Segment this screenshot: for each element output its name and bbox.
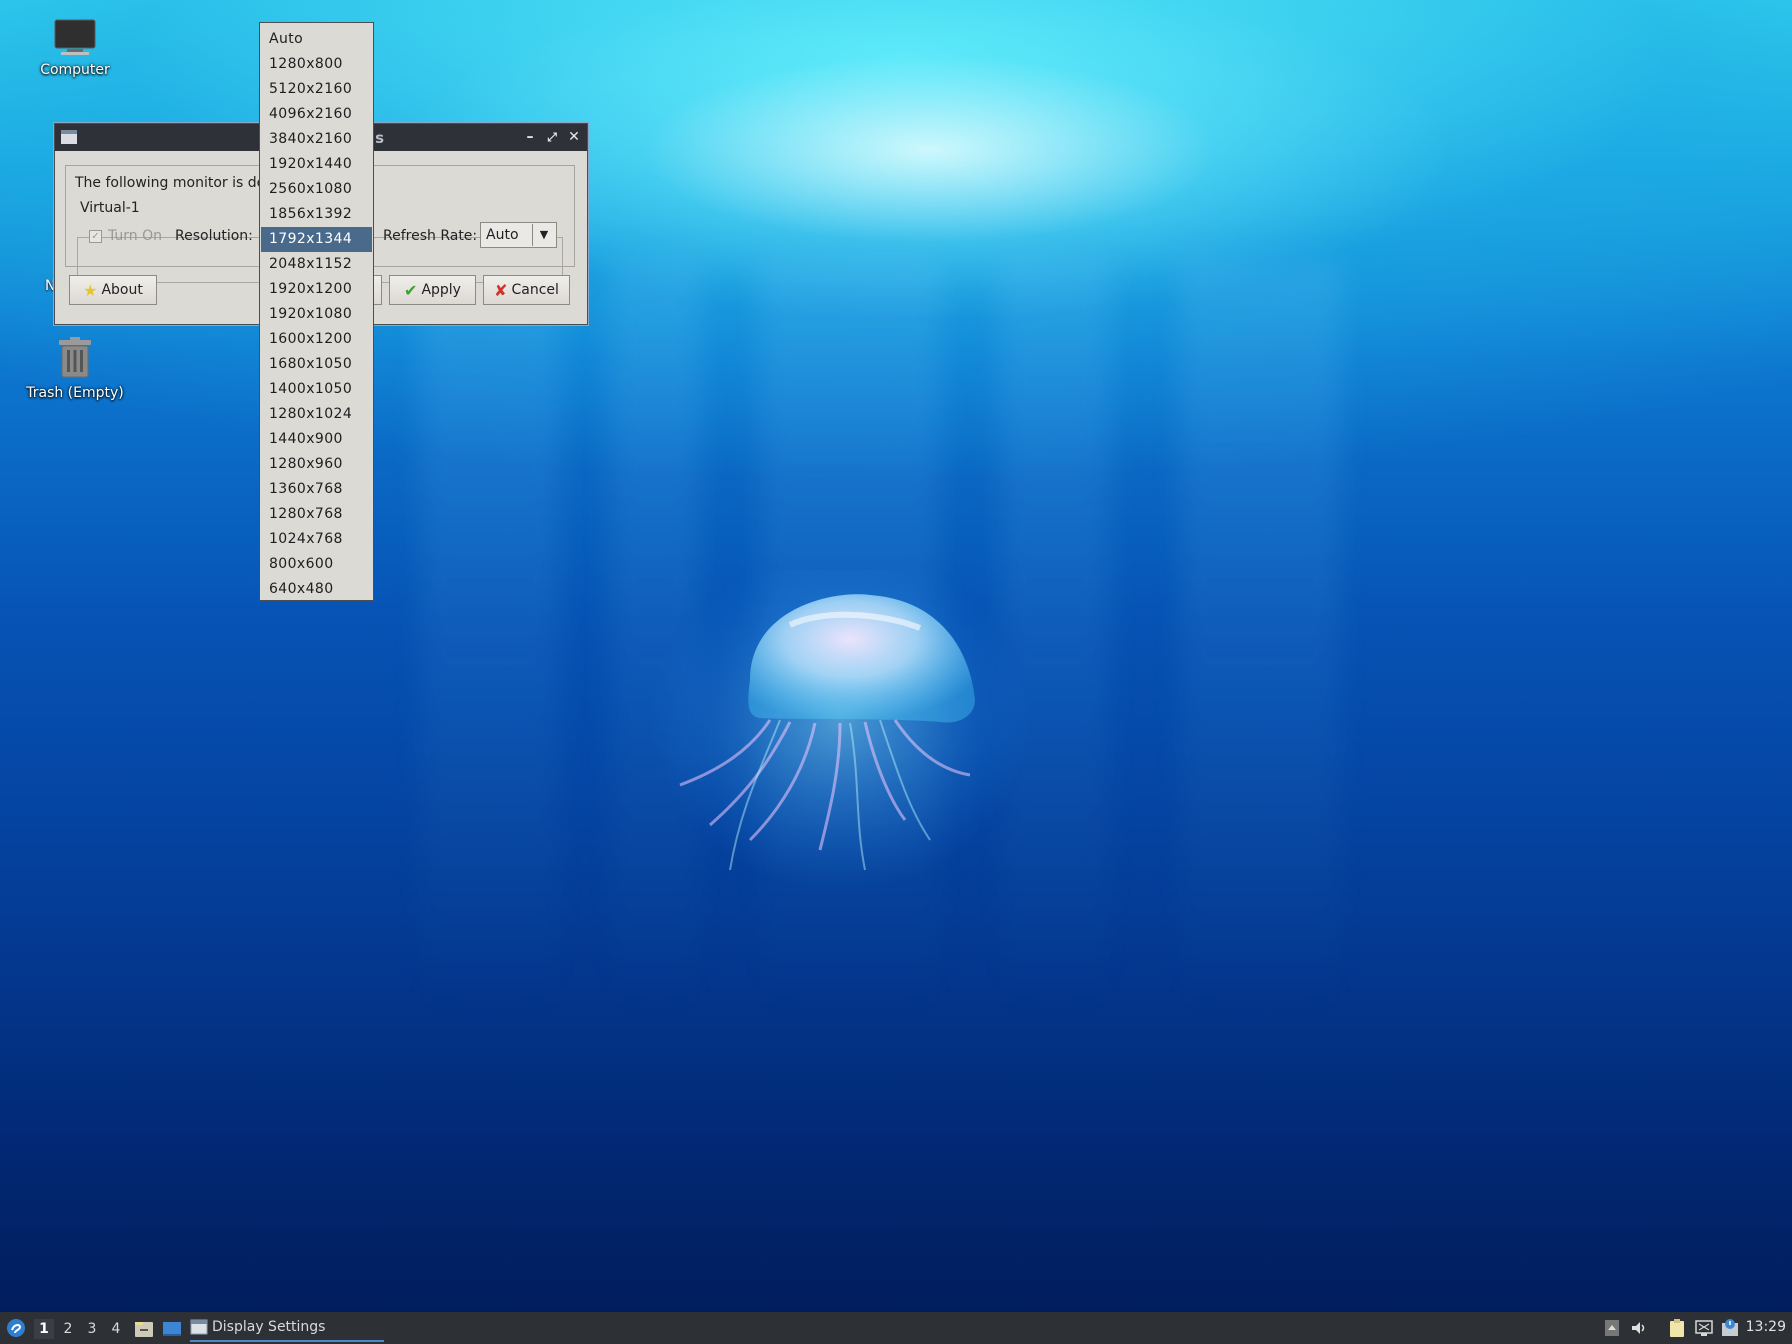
resolution-option[interactable]: 1400x1050 [261,377,372,402]
resolution-option[interactable]: 1280x1024 [261,402,372,427]
start-menu-icon[interactable] [6,1318,26,1338]
taskbar-item-display-settings[interactable]: Display Settings [190,1314,384,1342]
taskbar: 1 2 3 4 Display Settings 13:29 [0,1312,1792,1344]
taskbar-item-label: Display Settings [212,1319,326,1335]
workspace-1[interactable]: 1 [34,1319,54,1339]
resolution-option[interactable]: 1360x768 [261,477,372,502]
workspace-2[interactable]: 2 [58,1319,78,1339]
about-button[interactable]: ★ About [69,275,157,305]
cancel-icon: ✘ [494,280,508,300]
resolution-option[interactable]: 1920x1440 [261,152,372,177]
workspace-3[interactable]: 3 [82,1319,102,1339]
computer-icon [54,19,96,55]
desktop-icon-computer[interactable]: Computer [15,18,135,78]
tray-arrow-icon[interactable] [1604,1319,1620,1337]
resolution-label: Resolution: [175,228,253,244]
apply-button[interactable]: ✔ Apply [389,275,476,305]
show-desktop-icon[interactable] [162,1320,182,1338]
cancel-button-label: Cancel [511,282,559,298]
about-button-label: About [101,282,143,298]
check-icon: ✔ [404,280,418,300]
refresh-rate-select[interactable]: Auto ▼ [480,222,557,248]
jellyfish-image [650,570,1030,890]
monitor-detected-text: The following monitor is de [75,175,266,191]
resolution-option[interactable]: 2048x1152 [261,252,372,277]
trash-icon [59,337,91,378]
resolution-option[interactable]: 4096x2160 [261,102,372,127]
minimize-icon[interactable]: – [521,127,539,147]
turn-on-checkbox[interactable]: ✓ Turn On [89,228,162,244]
resolution-option[interactable]: 1280x800 [261,52,372,77]
refresh-rate-value: Auto [486,227,519,243]
resolution-option[interactable]: 5120x2160 [261,77,372,102]
resolution-option[interactable]: 1856x1392 [261,202,372,227]
desktop-icon-label: Computer [40,62,110,78]
monitor-group-label: Virtual-1 [78,200,142,216]
resolution-option[interactable]: 3840x2160 [261,127,372,152]
refresh-rate-label: Refresh Rate: [383,228,478,244]
resolution-dropdown-menu[interactable]: Auto 1280x800 5120x2160 4096x2160 3840x2160 1… [259,22,374,601]
notification-icon[interactable] [1720,1318,1740,1338]
clipboard-icon[interactable] [1667,1318,1687,1338]
apply-button-label: Apply [421,282,461,298]
resolution-option[interactable]: 1440x900 [261,427,372,452]
resolution-option[interactable]: 800x600 [261,552,372,577]
file-manager-icon[interactable] [134,1320,154,1338]
resolution-option[interactable]: 1600x1200 [261,327,372,352]
checkbox-check-icon: ✓ [89,229,102,243]
network-icon[interactable] [1694,1319,1714,1337]
resolution-option[interactable]: 1920x1080 [261,302,372,327]
resolution-option[interactable]: Auto [261,27,372,52]
resolution-option[interactable]: 1280x960 [261,452,372,477]
resolution-option[interactable]: 1280x768 [261,502,372,527]
cancel-button[interactable]: ✘ Cancel [483,275,570,305]
volume-icon[interactable] [1630,1319,1648,1337]
desktop-icon-label: Trash (Empty) [26,385,124,401]
turn-on-label: Turn On [108,228,163,244]
clock[interactable]: 13:29 [1746,1319,1786,1335]
resolution-option[interactable]: 2560x1080 [261,177,372,202]
star-icon: ★ [83,280,98,300]
close-icon[interactable]: ✕ [565,127,583,147]
resolution-option[interactable]: 640x480 [261,577,372,602]
resolution-option[interactable]: 1680x1050 [261,352,372,377]
window-app-icon [190,1319,208,1335]
workspace-4[interactable]: 4 [106,1319,126,1339]
maximize-icon[interactable]: ⤢ [543,127,561,147]
chevron-down-icon[interactable]: ▼ [532,224,555,246]
desktop-icon-trash[interactable]: Trash (Empty) [15,337,135,401]
resolution-option[interactable]: 1920x1200 [261,277,372,302]
resolution-option[interactable]: 1792x1344 [261,227,372,252]
resolution-option[interactable]: 1024x768 [261,527,372,552]
